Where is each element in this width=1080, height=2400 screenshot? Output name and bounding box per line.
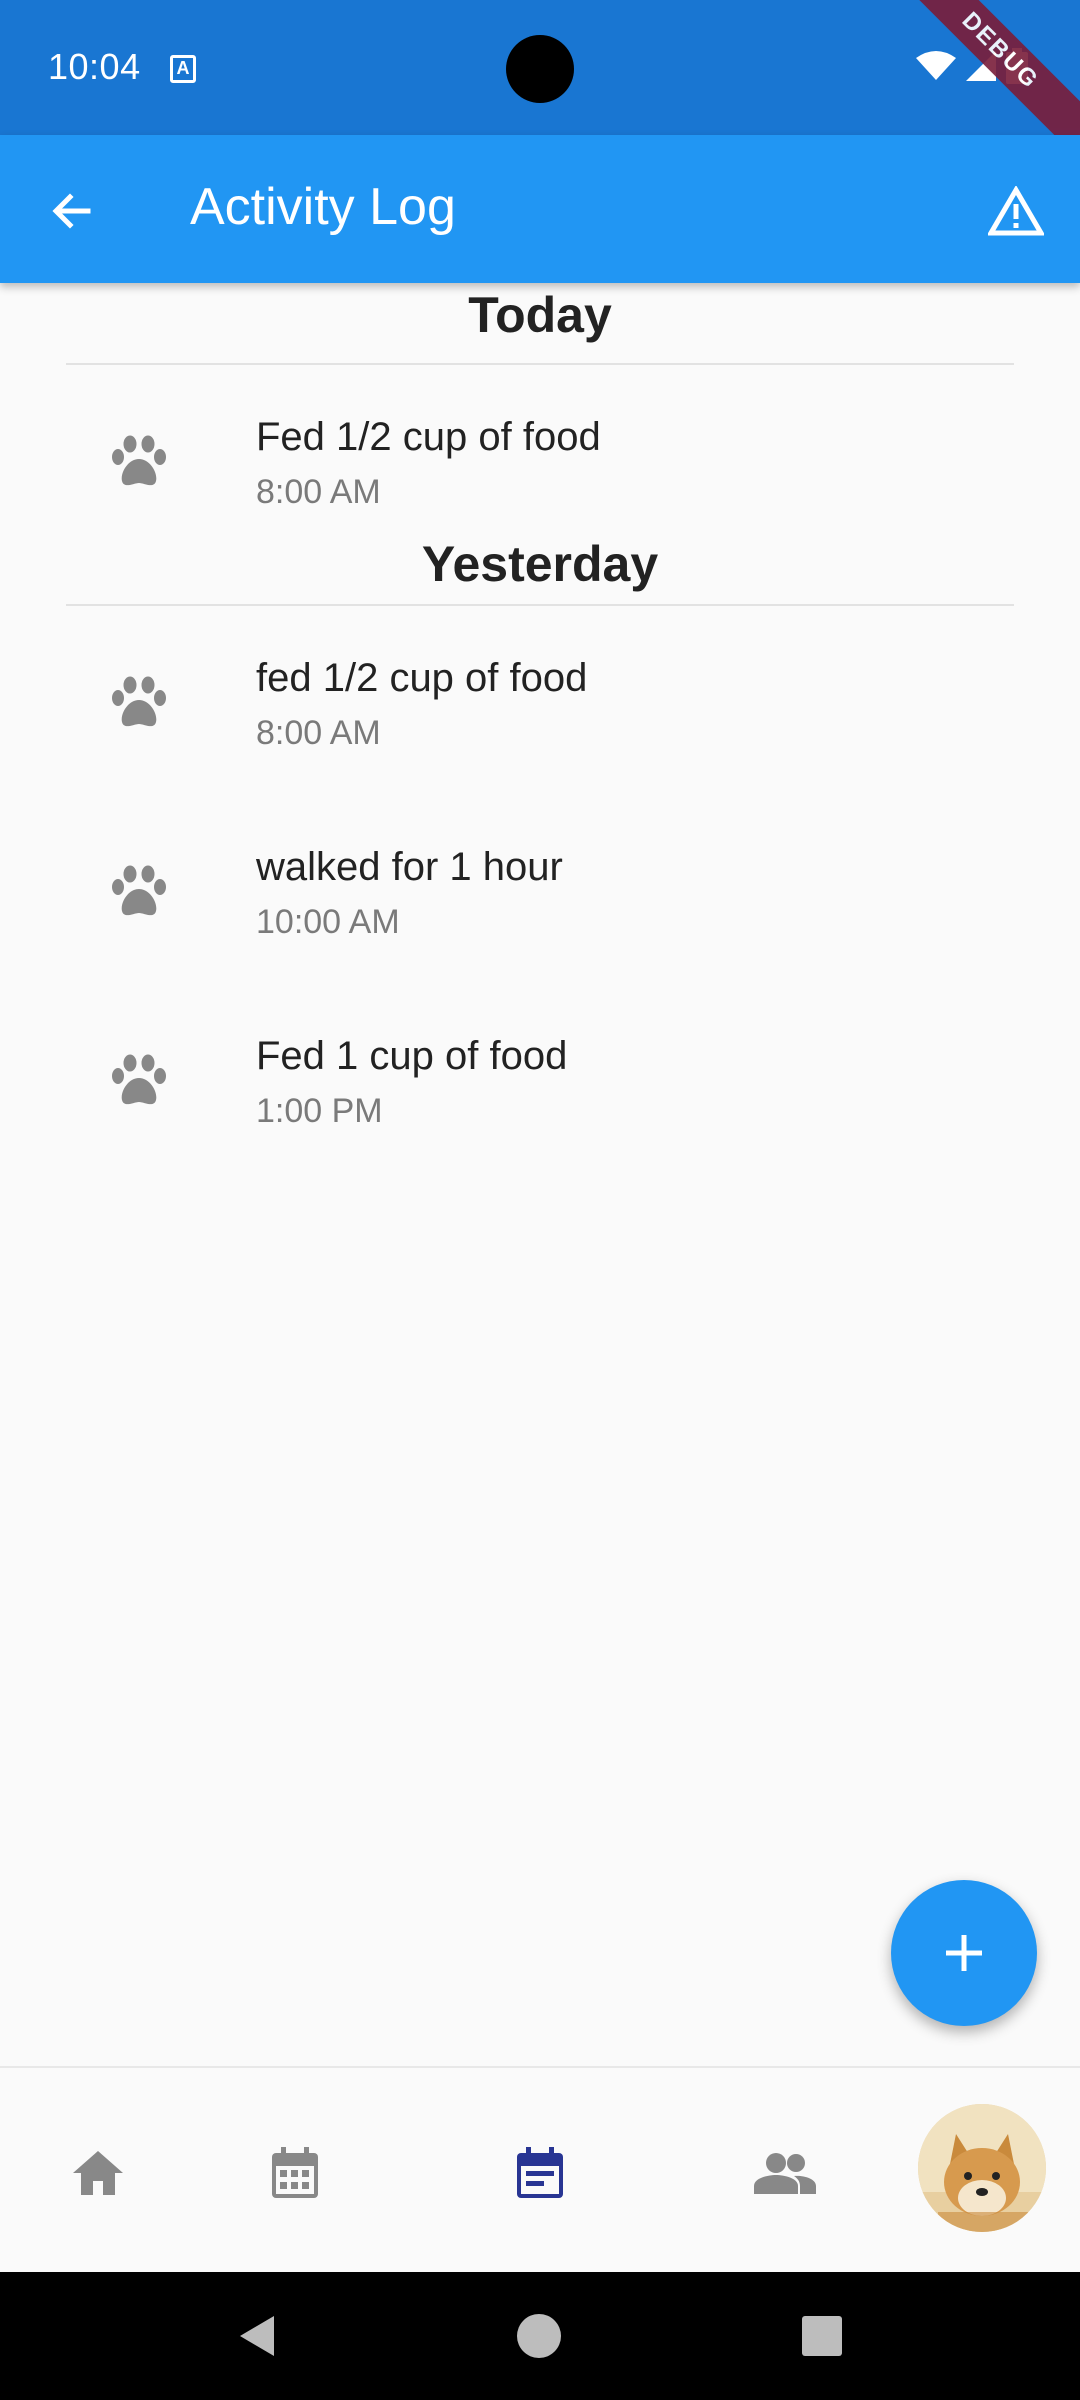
activity-title: walked for 1 hour [256,845,563,889]
triangle-back-icon [240,2316,274,2356]
warning-icon [988,186,1044,236]
people-icon [754,2153,816,2194]
paw-icon [112,1054,166,1105]
section-yesterday: Yesterday fed 1/2 cup of food 8:00 AM wa… [0,539,1080,1173]
activity-title: Fed 1/2 cup of food [256,415,601,459]
section-today: Today Fed 1/2 cup of food 8:00 AM [0,283,1080,554]
activity-title: Fed 1 cup of food [256,1034,568,1078]
activity-time: 8:00 AM [256,714,381,752]
system-back-button[interactable] [226,2306,286,2366]
nav-calendar[interactable] [260,2138,330,2208]
report-button[interactable] [982,177,1050,245]
keyboard-indicator-icon: A [170,55,196,83]
section-header: Today [468,287,612,343]
activity-time: 10:00 AM [256,903,400,941]
circle-home-icon [517,2314,561,2358]
paw-icon [112,865,166,916]
system-recents-button[interactable] [792,2306,852,2366]
list-item[interactable]: fed 1/2 cup of food 8:00 AM [0,606,1080,795]
system-navigation-bar [0,2272,1080,2400]
activity-time: 1:00 PM [256,1092,383,1130]
paw-icon [112,676,166,727]
list-item[interactable]: walked for 1 hour 10:00 AM [0,795,1080,984]
list-item[interactable]: Fed 1 cup of food 1:00 PM [0,984,1080,1173]
activity-time: 8:00 AM [256,473,381,511]
arrow-back-icon [52,193,91,229]
app-bar: Activity Log [0,135,1080,283]
square-recents-icon [802,2316,842,2356]
calendar-icon [272,2147,318,2198]
plus-icon [946,1935,982,1971]
status-bar: 10:04 A DEBUG [0,0,1080,172]
nav-activity-log[interactable] [505,2138,575,2208]
camera-cutout [506,35,574,103]
wifi-icon [916,51,956,80]
page-title: Activity Log [190,178,456,236]
back-button[interactable] [40,179,104,243]
nav-home[interactable] [63,2138,133,2208]
dog-avatar-image [918,2104,1046,2232]
add-activity-button[interactable] [891,1880,1037,2026]
nav-people[interactable] [750,2138,820,2208]
avatar[interactable] [918,2104,1046,2232]
bottom-navigation [0,2066,1080,2272]
activity-title: fed 1/2 cup of food [256,656,588,700]
home-icon [73,2151,123,2195]
paw-icon [112,435,166,486]
system-home-button[interactable] [509,2306,569,2366]
activity-list: Today Fed 1/2 cup of food 8:00 AM Yester… [0,283,1080,1173]
list-item[interactable]: Fed 1/2 cup of food 8:00 AM [0,365,1080,554]
status-time: 10:04 [48,46,141,87]
event-note-icon [517,2147,563,2198]
